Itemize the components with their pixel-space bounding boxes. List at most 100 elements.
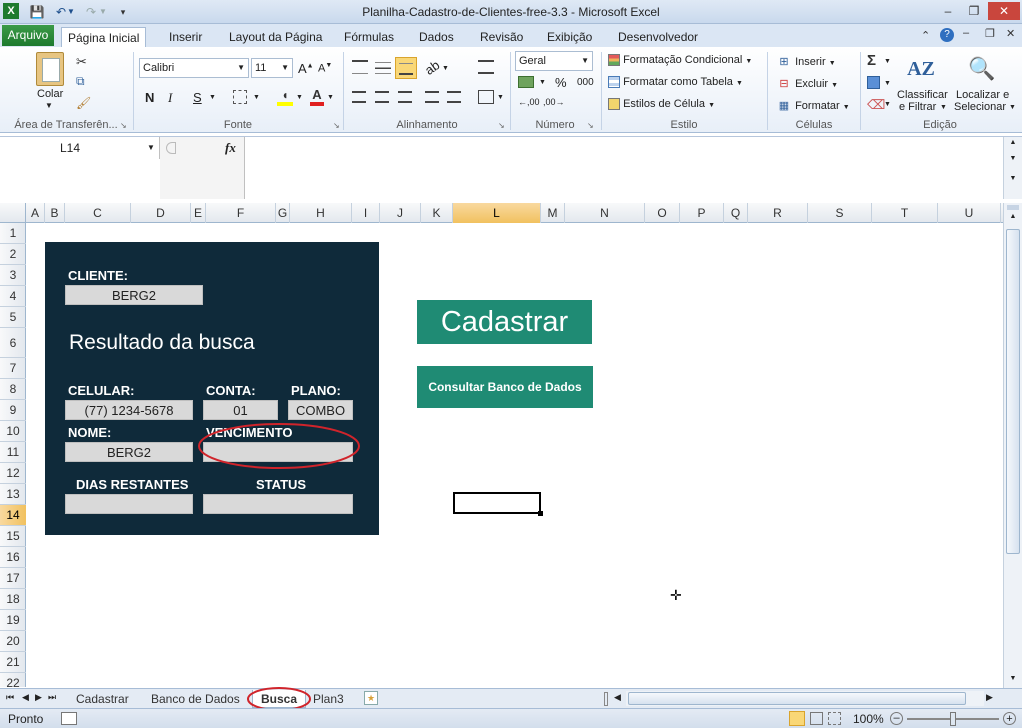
cadastrar-button[interactable]: Cadastrar <box>417 300 592 344</box>
delete-cells-button[interactable]: ⊟ Excluir ▼ <box>776 76 838 92</box>
insert-function-button[interactable]: fx <box>225 140 236 156</box>
borders-dropdown-icon[interactable]: ▼ <box>253 94 260 101</box>
file-tab[interactable]: Arquivo <box>2 25 54 46</box>
format-cells-button[interactable]: ▦ Formatar ▼ <box>776 98 850 114</box>
formula-bar-scroll[interactable]: ▲ ▼ ▼ <box>1003 137 1022 199</box>
column-header-f[interactable]: F <box>206 203 276 223</box>
underline-dropdown-icon[interactable]: ▼ <box>209 94 216 101</box>
sheet-tab-banco-de-dados[interactable]: Banco de Dados <box>143 690 248 708</box>
vertical-scrollbar[interactable]: ▲ ▼ <box>1003 203 1022 688</box>
clear-icon[interactable]: ⌫ <box>867 97 885 113</box>
celular-field[interactable]: (77) 1234-5678 <box>65 400 193 420</box>
column-header-a[interactable]: A <box>26 203 45 223</box>
row-header[interactable]: 21 <box>0 652 26 673</box>
row-header[interactable]: 8 <box>0 379 26 400</box>
status-field[interactable] <box>203 494 353 514</box>
insert-cells-button[interactable]: ⊞ Inserir ▼ <box>776 54 835 70</box>
merge-dropdown-icon[interactable]: ▼ <box>497 94 504 101</box>
row-header[interactable]: 14 <box>0 505 26 526</box>
row-header[interactable]: 7 <box>0 358 26 379</box>
column-header-d[interactable]: D <box>131 203 191 223</box>
tab-formulas[interactable]: Fórmulas <box>338 27 400 47</box>
sort-filter-label-2[interactable]: e Filtrar <box>899 101 936 113</box>
align-left-icon[interactable] <box>352 91 366 103</box>
scroll-down-icon[interactable]: ▼ <box>1004 675 1022 682</box>
zoom-level[interactable]: 100% <box>853 712 884 726</box>
number-format-select[interactable]: Geral ▼ <box>515 51 593 71</box>
percent-button[interactable]: % <box>555 75 567 90</box>
first-sheet-icon[interactable]: ⏮ <box>6 692 14 703</box>
workbook-restore-icon[interactable]: ❐ <box>985 27 995 40</box>
font-name-select[interactable]: Calibri ▼ <box>139 58 249 78</box>
column-header-b[interactable]: B <box>45 203 65 223</box>
row-header[interactable]: 11 <box>0 442 26 463</box>
minimize-ribbon-icon[interactable]: ⌃ <box>921 29 930 42</box>
scroll-down-icon[interactable]: ▼ <box>1004 153 1022 165</box>
name-box[interactable]: L14 <box>0 137 160 159</box>
increase-indent-icon[interactable] <box>447 91 461 103</box>
page-break-view-icon[interactable] <box>828 712 841 725</box>
tab-layout[interactable]: Layout da Página <box>223 27 328 47</box>
column-header-m[interactable]: M <box>541 203 565 223</box>
scroll-up-icon[interactable]: ▲ <box>1004 137 1022 149</box>
row-header[interactable]: 1 <box>0 223 26 244</box>
row-header[interactable]: 6 <box>0 328 26 358</box>
align-center-icon[interactable] <box>375 91 389 103</box>
active-cell-l14[interactable] <box>453 492 541 514</box>
horizontal-scroll-thumb[interactable] <box>628 692 966 705</box>
format-as-table-button[interactable]: Formatar como Tabela ▼ <box>608 76 743 89</box>
zoom-in-icon[interactable]: + <box>1003 712 1016 725</box>
align-top-icon[interactable] <box>352 60 368 74</box>
paste-button-label[interactable]: Colar <box>37 88 63 100</box>
increase-decimal-icon[interactable]: ←,00 <box>518 97 540 107</box>
accounting-format-icon[interactable] <box>518 76 534 88</box>
row-header[interactable]: 4 <box>0 286 26 307</box>
sheet-tab-cadastrar[interactable]: Cadastrar <box>68 690 137 708</box>
insert-sheet-icon[interactable]: ★ <box>364 691 378 705</box>
row-header[interactable]: 5 <box>0 307 26 328</box>
row-header[interactable]: 20 <box>0 631 26 652</box>
split-box[interactable] <box>1007 205 1019 210</box>
wrap-text-icon[interactable] <box>478 60 494 74</box>
thousands-separator-button[interactable]: 000 <box>577 77 594 88</box>
sort-filter-dropdown-icon[interactable]: ▼ <box>940 104 947 111</box>
decrease-decimal-icon[interactable]: ,00→ <box>543 97 565 107</box>
cut-icon[interactable]: ✂ <box>76 54 87 70</box>
last-sheet-icon[interactable]: ⏭ <box>48 692 56 703</box>
next-sheet-icon[interactable]: ▶ <box>35 692 42 703</box>
select-all-corner[interactable] <box>0 203 26 223</box>
row-header[interactable]: 15 <box>0 526 26 547</box>
paste-dropdown-icon[interactable]: ▼ <box>45 101 53 110</box>
workbook-close-icon[interactable]: ✕ <box>1006 27 1015 40</box>
row-header[interactable]: 2 <box>0 244 26 265</box>
underline-button[interactable]: S <box>193 90 202 105</box>
row-header[interactable]: 9 <box>0 400 26 421</box>
scroll-left-icon[interactable]: ◀ <box>614 692 621 703</box>
nome-field[interactable]: BERG2 <box>65 442 193 462</box>
row-header[interactable]: 18 <box>0 589 26 610</box>
find-select-icon[interactable]: 🔍 <box>968 54 996 84</box>
prev-sheet-icon[interactable]: ◀ <box>22 692 29 703</box>
tab-exibicao[interactable]: Exibição <box>541 27 598 47</box>
tab-split-handle[interactable] <box>604 692 608 706</box>
column-header-c[interactable]: C <box>65 203 131 223</box>
font-color-dropdown-icon[interactable]: ▼ <box>327 94 334 101</box>
tab-revisao[interactable]: Revisão <box>474 27 529 47</box>
dias-restantes-field[interactable] <box>65 494 193 514</box>
column-header-g[interactable]: G <box>276 203 290 223</box>
number-launcher-icon[interactable]: ↘ <box>587 121 594 130</box>
column-header-u[interactable]: U <box>938 203 1001 223</box>
name-box-dropdown-icon[interactable]: ▼ <box>147 143 155 152</box>
fill-color-icon[interactable]: ◖ <box>277 88 293 106</box>
fill-handle[interactable] <box>538 511 543 516</box>
column-header-h[interactable]: H <box>290 203 352 223</box>
font-color-icon[interactable]: A <box>310 88 324 106</box>
font-size-select[interactable]: 11 ▼ <box>251 58 293 78</box>
zoom-out-icon[interactable]: – <box>890 712 903 725</box>
formula-input[interactable] <box>250 140 1002 196</box>
autosum-icon[interactable]: Σ <box>867 52 876 69</box>
column-header-r[interactable]: R <box>748 203 808 223</box>
column-header-p[interactable]: P <box>680 203 724 223</box>
column-header-s[interactable]: S <box>808 203 872 223</box>
decrease-indent-icon[interactable] <box>425 91 439 103</box>
